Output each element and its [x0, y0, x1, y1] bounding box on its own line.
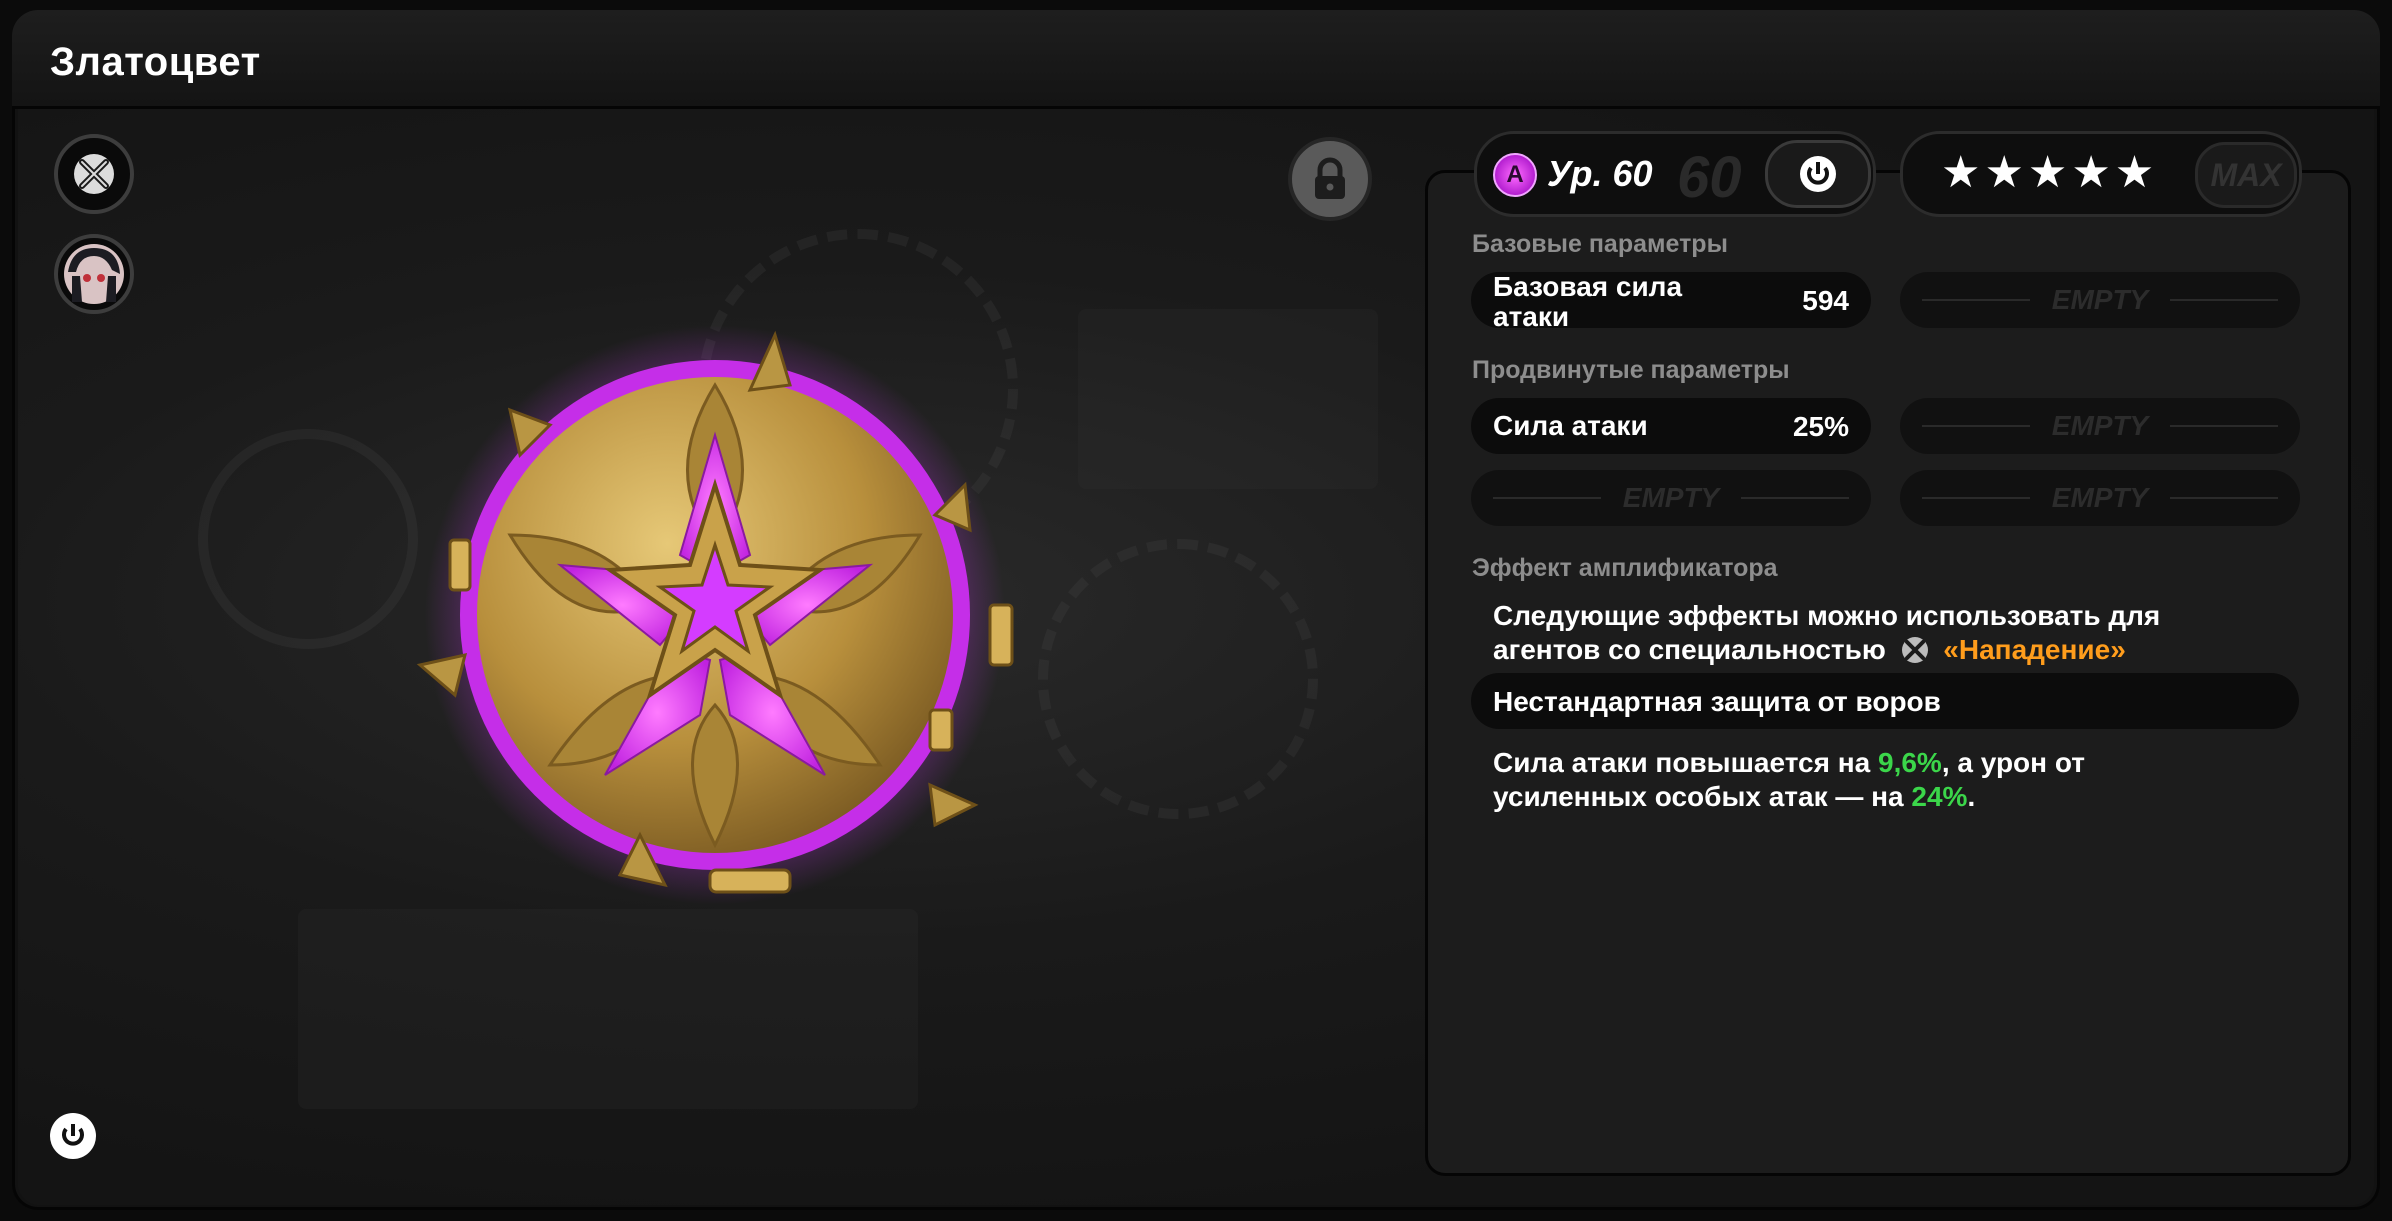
crossed-swords-icon [1901, 637, 1928, 663]
lock-button[interactable] [1288, 137, 1372, 221]
advanced-stat-row: Сила атаки 25% [1471, 398, 1871, 454]
specialty-attack-icon[interactable] [54, 134, 134, 214]
title-bar: Златоцвет [12, 10, 2380, 109]
empty-slot: EMPTY [1900, 272, 2300, 328]
max-badge: MAX [2195, 142, 2297, 208]
empty-slot: EMPTY [1900, 470, 2300, 526]
advanced-stat-value: 25% [1792, 411, 1849, 442]
empty-slot: EMPTY [1471, 470, 1871, 526]
base-stat-value: 594 [1802, 285, 1849, 316]
base-stat-row: Базовая сила атаки 594 [1471, 271, 1871, 332]
drive-disc-illustration [410, 315, 1030, 915]
level-display: A Ур. 60 60 [1474, 131, 1876, 217]
base-stat-name-line2: атаки [1493, 301, 1570, 332]
power-icon [62, 1124, 84, 1146]
power-button[interactable] [50, 1113, 96, 1159]
effect-name-row: Нестандартная защита от воров [1471, 673, 2299, 729]
specialty-name: «Нападение» [1943, 634, 2126, 665]
power-icon [1800, 156, 1836, 192]
base-stat-name-line1: Базовая сила [1493, 271, 1683, 302]
stars-rating: ★★★★★ [1941, 148, 2159, 197]
effect-heading: Эффект амплификатора [1472, 554, 1778, 582]
advanced-stat-name: Сила атаки [1493, 410, 1648, 441]
page-title: Златоцвет [50, 40, 261, 84]
rank-badge: A [1493, 153, 1537, 197]
character-avatar[interactable] [54, 234, 134, 314]
level-label: Ур. 60 [1547, 153, 1653, 194]
level-action-button[interactable] [1765, 140, 1871, 208]
effect-description: Следующие эффекты можно использовать для… [1493, 600, 2161, 665]
effect-body: Сила атаки повышается на 9,6%, а урон от… [1493, 747, 2085, 812]
base-stats-heading: Базовые параметры [1472, 230, 1728, 258]
advanced-stats-heading: Продвинутые параметры [1472, 356, 1790, 384]
effect-name: Нестандартная защита от воров [1493, 686, 1941, 717]
empty-slot: EMPTY [1900, 398, 2300, 454]
level-max: 60 [1677, 145, 1742, 210]
rarity-display: ★★★★★ MAX [1900, 131, 2302, 217]
lock-icon [1315, 157, 1345, 199]
